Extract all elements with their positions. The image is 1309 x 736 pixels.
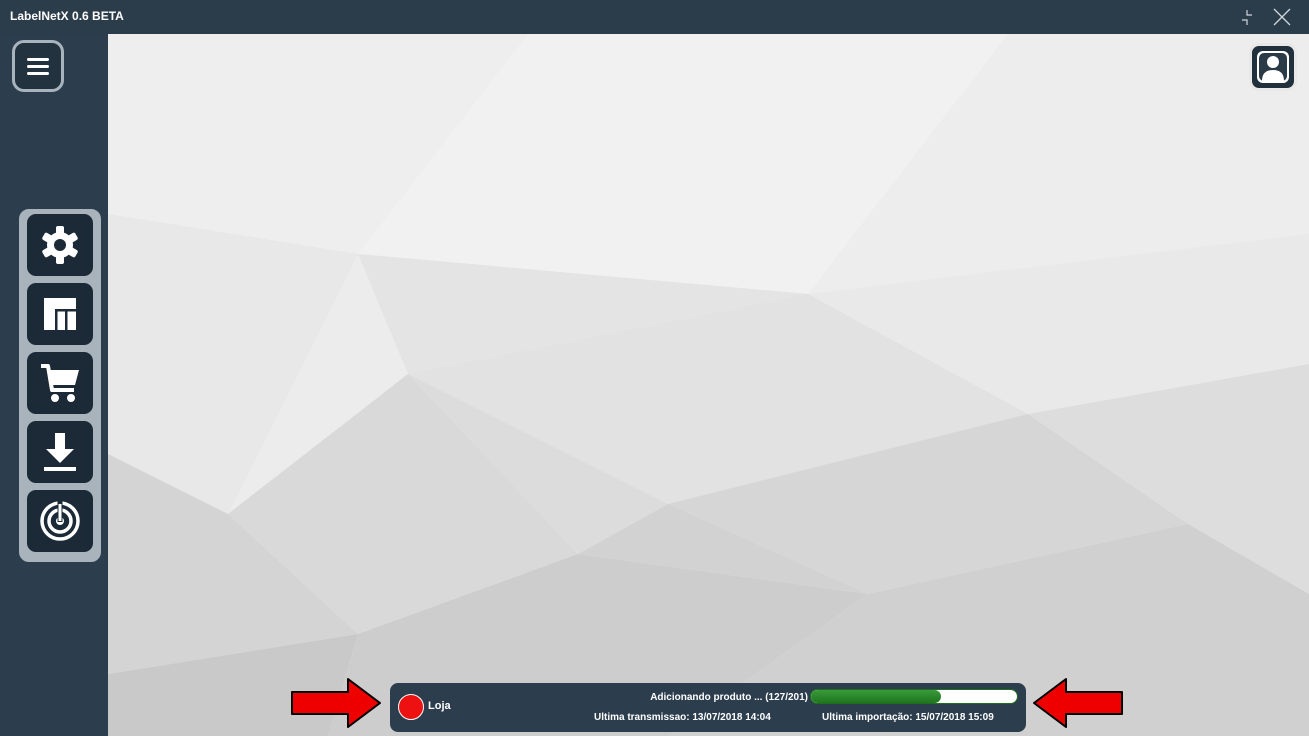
dashboard-button[interactable] — [27, 283, 93, 345]
tool-panel — [19, 209, 101, 562]
store-label: Loja — [428, 700, 451, 712]
sync-icon — [40, 500, 80, 541]
settings-button[interactable] — [27, 214, 93, 276]
cart-icon — [41, 364, 79, 402]
sync-button[interactable] — [27, 490, 93, 552]
user-profile-button[interactable] — [1249, 43, 1297, 91]
right-annotation-arrow — [1033, 678, 1123, 728]
restore-button[interactable] — [1238, 6, 1262, 28]
main-area — [108, 34, 1309, 736]
window-title: LabelNetX 0.6 BETA — [10, 9, 124, 23]
last-import: Ultima importação: 15/07/2018 15:09 — [822, 712, 994, 723]
progress-fill — [811, 690, 942, 703]
download-icon — [44, 433, 76, 471]
download-button[interactable] — [27, 421, 93, 483]
left-annotation-arrow — [291, 678, 381, 728]
gear-icon — [42, 226, 78, 264]
progress-bar — [810, 689, 1018, 704]
last-transmission: Ultima transmissao: 13/07/2018 14:04 — [594, 712, 771, 723]
title-bar: LabelNetX 0.6 BETA — [0, 0, 1309, 34]
restore-icon — [1242, 10, 1252, 25]
cart-button[interactable] — [27, 352, 93, 414]
close-button[interactable] — [1270, 6, 1294, 28]
menu-button[interactable] — [12, 40, 64, 92]
background-pattern — [108, 34, 1309, 736]
user-icon — [1257, 51, 1289, 83]
status-bar: Loja Adicionando produto ... (127/201) U… — [390, 683, 1026, 732]
hamburger-icon — [27, 58, 49, 75]
layout-icon — [44, 298, 76, 330]
close-icon — [1273, 8, 1291, 26]
progress-text: Adicionando produto ... (127/201) — [650, 692, 808, 703]
store-status-indicator — [398, 694, 424, 720]
